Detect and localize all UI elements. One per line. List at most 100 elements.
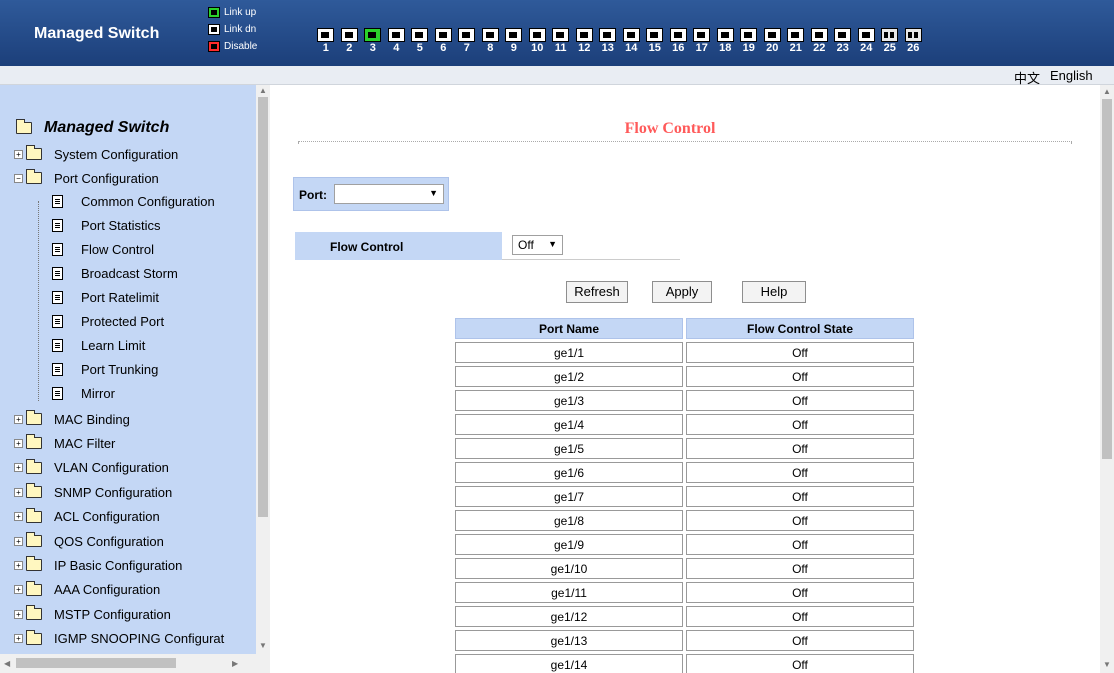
port-9[interactable]: 9 (502, 28, 526, 54)
expand-plus-icon[interactable]: + (14, 609, 23, 619)
port-23[interactable]: 23 (831, 28, 855, 54)
refresh-button[interactable]: Refresh (566, 281, 628, 303)
port-19[interactable]: 19 (737, 28, 761, 54)
apply-button[interactable]: Apply (652, 281, 712, 303)
port-select[interactable]: ▼ (334, 184, 444, 204)
port-6[interactable]: 6 (432, 28, 456, 54)
help-button[interactable]: Help (742, 281, 806, 303)
expand-plus-icon[interactable]: + (14, 463, 23, 473)
sidebar-item[interactable]: + AAA Configuration (14, 578, 160, 602)
sidebar-item-system-configuration[interactable]: + System Configuration (14, 142, 178, 166)
sidebar-item[interactable]: + IGMP SNOOPING Configurat (14, 627, 224, 651)
flow-state-cell: Off (686, 510, 914, 531)
port-21[interactable]: 21 (784, 28, 808, 54)
scroll-thumb[interactable] (258, 97, 268, 517)
sidebar-vertical-scrollbar[interactable]: ▲ ▼ (256, 85, 270, 654)
port-12[interactable]: 12 (573, 28, 597, 54)
port-15[interactable]: 15 (643, 28, 667, 54)
port-icon (340, 28, 358, 42)
sidebar-item[interactable]: + MAC Binding (14, 407, 130, 431)
port-number: 1 (322, 42, 329, 54)
sidebar-subitem[interactable]: Broadcast Storm (52, 261, 178, 285)
port-11[interactable]: 11 (549, 28, 573, 54)
port-3[interactable]: 3 (361, 28, 385, 54)
scroll-down-icon[interactable]: ▼ (1103, 660, 1111, 669)
port-name-cell: ge1/10 (455, 558, 683, 579)
main-content: Flow Control Port: ▼ Flow Control Off ▼ … (270, 85, 1100, 673)
sidebar-subitem[interactable]: Port Ratelimit (52, 285, 159, 309)
expand-plus-icon[interactable]: + (14, 487, 23, 497)
port-5[interactable]: 5 (408, 28, 432, 54)
port-25[interactable]: 25 (878, 28, 902, 54)
sidebar-item[interactable]: + MSTP Configuration (14, 602, 171, 626)
port-2[interactable]: 2 (338, 28, 362, 54)
expand-plus-icon[interactable]: + (14, 634, 23, 644)
port-icon (387, 28, 405, 42)
expand-plus-icon[interactable]: + (14, 149, 23, 159)
flow-control-select[interactable]: Off ▼ (512, 235, 563, 255)
port-24[interactable]: 24 (855, 28, 879, 54)
scroll-thumb[interactable] (16, 658, 176, 668)
scroll-up-icon[interactable]: ▲ (259, 86, 267, 95)
sidebar-item-port-configuration[interactable]: − Port Configuration (14, 166, 159, 190)
port-10[interactable]: 10 (526, 28, 550, 54)
port-number: 10 (531, 42, 544, 54)
port-18[interactable]: 18 (714, 28, 738, 54)
expand-plus-icon[interactable]: + (14, 438, 23, 448)
sidebar-subitem[interactable]: Common Configuration (52, 189, 215, 213)
tree-root[interactable]: Managed Switch (16, 119, 169, 137)
port-13[interactable]: 13 (596, 28, 620, 54)
sidebar-horizontal-scrollbar[interactable]: ◀ ▶ (0, 654, 270, 673)
lang-english-link[interactable]: English (1050, 68, 1093, 83)
scroll-left-icon[interactable]: ◀ (4, 659, 10, 668)
flow-state-cell: Off (686, 630, 914, 651)
port-number: 24 (860, 42, 873, 54)
port-icon (669, 28, 687, 42)
sidebar-item[interactable]: + IP Basic Configuration (14, 553, 182, 577)
sidebar-item[interactable]: + MAC Filter (14, 431, 115, 455)
sidebar-item[interactable]: + QOS Configuration (14, 529, 164, 553)
flow-state-cell: Off (686, 462, 914, 483)
folder-icon (26, 410, 42, 425)
flow-state-cell: Off (686, 654, 914, 673)
sidebar-subitem[interactable]: Port Statistics (52, 213, 160, 237)
port-number: 22 (813, 42, 826, 54)
sidebar-subitem[interactable]: Learn Limit (52, 333, 145, 357)
port-icon (411, 28, 429, 42)
sidebar-subitem[interactable]: Flow Control (52, 237, 154, 261)
expand-plus-icon[interactable]: + (14, 536, 23, 546)
scroll-down-icon[interactable]: ▼ (259, 641, 267, 650)
collapse-minus-icon[interactable]: − (14, 173, 23, 183)
folder-icon (26, 580, 42, 596)
port-4[interactable]: 4 (385, 28, 409, 54)
sidebar-subitem[interactable]: Port Trunking (52, 357, 158, 381)
scroll-right-icon[interactable]: ▶ (232, 659, 238, 668)
legend-disable: Disable (208, 38, 257, 55)
port-14[interactable]: 14 (620, 28, 644, 54)
sidebar-item[interactable]: + SNMP Configuration (14, 480, 172, 504)
sidebar-item[interactable]: + ACL Configuration (14, 505, 160, 529)
expand-plus-icon[interactable]: + (14, 585, 23, 595)
expand-plus-icon[interactable]: + (14, 414, 23, 424)
port-8[interactable]: 8 (479, 28, 503, 54)
port-26[interactable]: 26 (902, 28, 926, 54)
port-1[interactable]: 1 (314, 28, 338, 54)
port-20[interactable]: 20 (761, 28, 785, 54)
port-icon (434, 28, 452, 42)
port-16[interactable]: 16 (667, 28, 691, 54)
sidebar-subitem[interactable]: Mirror (52, 381, 115, 405)
port-7[interactable]: 7 (455, 28, 479, 54)
scroll-up-icon[interactable]: ▲ (1103, 87, 1111, 96)
port-icon (810, 28, 828, 42)
sidebar-item[interactable]: + VLAN Configuration (14, 456, 169, 480)
sidebar-subitem[interactable]: Protected Port (52, 309, 164, 333)
expand-plus-icon[interactable]: + (14, 512, 23, 522)
port-icon (787, 28, 805, 42)
port-22[interactable]: 22 (808, 28, 832, 54)
page-title: Flow Control (624, 120, 716, 137)
expand-plus-icon[interactable]: + (14, 560, 23, 570)
main-vertical-scrollbar[interactable]: ▲ ▼ (1100, 85, 1114, 673)
port-name-cell: ge1/1 (455, 342, 683, 363)
scroll-thumb[interactable] (1102, 99, 1112, 459)
port-17[interactable]: 17 (690, 28, 714, 54)
